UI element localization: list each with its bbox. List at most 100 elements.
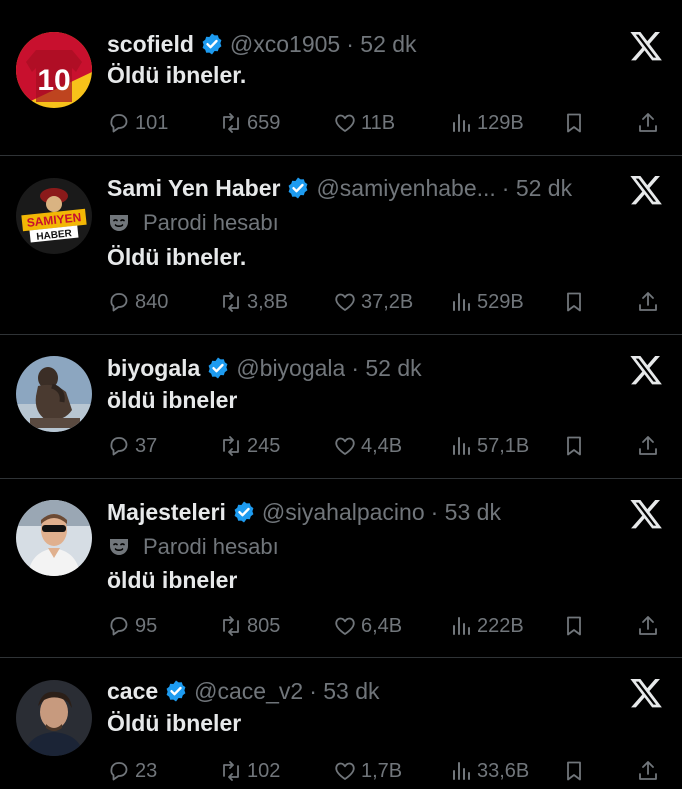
verified-badge-icon <box>202 33 222 55</box>
reply-count: 840 <box>135 290 169 313</box>
reply-button[interactable]: 23 <box>107 756 157 786</box>
share-button[interactable] <box>636 431 662 461</box>
tweet-time[interactable]: · 52 dk <box>502 175 572 202</box>
reply-button[interactable]: 101 <box>107 108 168 138</box>
like-button[interactable]: 4,4B <box>333 431 402 461</box>
share-icon <box>639 113 657 132</box>
bookmark-button[interactable] <box>562 756 588 786</box>
repost-button[interactable]: 3,8B <box>219 287 288 317</box>
repost-count: 3,8B <box>247 290 289 313</box>
heart-icon <box>335 437 355 455</box>
tweet-item[interactable]: SAMIYEN HABER Sami Yen Haber @samiyenhab… <box>0 156 682 335</box>
bookmark-icon <box>567 616 581 636</box>
repost-button[interactable]: 245 <box>219 431 280 461</box>
views-button[interactable]: 33,6B <box>449 756 529 786</box>
thinker-statue-avatar[interactable] <box>16 356 92 432</box>
tweet-item[interactable]: cace @cace_v2 · 53 dk Öldü ibneler 23 10… <box>0 658 682 789</box>
reply-button[interactable]: 840 <box>107 287 168 317</box>
like-count: 37,2B <box>361 290 414 313</box>
like-count: 6,4B <box>361 614 403 637</box>
author-name[interactable]: biyogala <box>107 355 200 382</box>
like-count: 1,7B <box>361 759 403 782</box>
verified-badge-icon <box>234 501 254 523</box>
repost-icon <box>223 113 239 133</box>
bookmark-button[interactable] <box>562 108 588 138</box>
repost-button[interactable]: 659 <box>219 108 280 138</box>
tweet-feed: 10 scofield @xco1905 · 52 dk Öldü ibnele… <box>0 0 682 789</box>
reply-icon <box>110 617 128 636</box>
reply-count: 37 <box>135 434 158 457</box>
verified-badge-icon <box>208 357 228 379</box>
like-button[interactable]: 11B <box>333 108 395 138</box>
tweet-time[interactable]: · 52 dk <box>346 31 416 58</box>
reply-count: 23 <box>135 759 158 782</box>
analytics-icon <box>453 293 470 311</box>
views-button[interactable]: 222B <box>449 611 524 641</box>
tweet-item[interactable]: 10 scofield @xco1905 · 52 dk Öldü ibnele… <box>0 0 682 156</box>
bookmark-button[interactable] <box>562 611 588 641</box>
reply-button[interactable]: 95 <box>107 611 157 641</box>
reply-icon <box>110 437 128 456</box>
parody-label: Parodi hesabı <box>107 532 279 562</box>
tweet-text: öldü ibneler <box>107 387 238 413</box>
reply-icon <box>110 293 128 312</box>
author-handle[interactable]: @xco1905 <box>230 31 340 58</box>
tweet-time[interactable]: · 52 dk <box>351 355 421 382</box>
repost-count: 245 <box>247 434 281 457</box>
samiyen-logo-avatar[interactable]: SAMIYEN HABER <box>16 178 92 254</box>
author-name[interactable]: cace <box>107 678 158 705</box>
sunglasses-man-avatar[interactable] <box>16 500 92 576</box>
author-handle[interactable]: @samiyenhabe... <box>316 175 495 202</box>
bookmark-button[interactable] <box>562 431 588 461</box>
views-button[interactable]: 57,1B <box>449 431 529 461</box>
svg-text:10: 10 <box>37 64 70 97</box>
jersey-avatar[interactable]: 10 <box>16 32 92 108</box>
view-count: 57,1B <box>477 434 530 457</box>
repost-button[interactable]: 805 <box>219 611 280 641</box>
author-name[interactable]: scofield <box>107 31 194 58</box>
heart-icon <box>335 293 355 311</box>
heart-icon <box>335 762 355 780</box>
share-button[interactable] <box>636 287 662 317</box>
view-count: 33,6B <box>477 759 530 782</box>
tweet-item[interactable]: biyogala @biyogala · 52 dk öldü ibneler … <box>0 335 682 479</box>
reply-count: 95 <box>135 614 158 637</box>
tweet-time[interactable]: · 53 dk <box>309 678 379 705</box>
x-logo-icon <box>630 176 662 205</box>
author-name[interactable]: Sami Yen Haber <box>107 175 280 202</box>
bookmark-icon <box>567 761 581 781</box>
author-handle[interactable]: @cace_v2 <box>194 678 303 705</box>
tweet-item[interactable]: Majesteleri @siyahalpacino · 53 dk Parod… <box>0 479 682 658</box>
analytics-icon <box>453 114 470 132</box>
theater-mask-icon <box>110 539 128 555</box>
share-button[interactable] <box>636 108 662 138</box>
author-name[interactable]: Majesteleri <box>107 499 226 526</box>
reply-icon <box>110 762 128 781</box>
like-button[interactable]: 6,4B <box>333 611 402 641</box>
view-count: 222B <box>477 614 524 637</box>
bookmark-button[interactable] <box>562 287 588 317</box>
repost-icon <box>223 292 239 312</box>
like-button[interactable]: 37,2B <box>333 287 413 317</box>
reply-button[interactable]: 37 <box>107 431 157 461</box>
author-handle[interactable]: @siyahalpacino <box>262 499 425 526</box>
tweet-time[interactable]: · 53 dk <box>431 499 501 526</box>
verified-badge-icon <box>166 680 186 702</box>
like-count: 4,4B <box>361 434 403 457</box>
parody-label: Parodi hesabı <box>107 208 279 238</box>
author-handle[interactable]: @biyogala <box>236 355 345 382</box>
views-button[interactable]: 129B <box>449 108 524 138</box>
bookmark-icon <box>567 436 581 456</box>
repost-count: 102 <box>247 759 281 782</box>
like-button[interactable]: 1,7B <box>333 756 402 786</box>
share-button[interactable] <box>636 756 662 786</box>
views-button[interactable]: 529B <box>449 287 524 317</box>
repost-button[interactable]: 102 <box>219 756 280 786</box>
view-count: 529B <box>477 290 524 313</box>
theater-mask-icon <box>110 215 128 231</box>
tweet-text: Öldü ibneler. <box>107 62 247 88</box>
man-portrait-avatar[interactable] <box>16 680 92 756</box>
share-button[interactable] <box>636 611 662 641</box>
repost-icon <box>223 761 239 781</box>
repost-count: 659 <box>247 111 281 134</box>
